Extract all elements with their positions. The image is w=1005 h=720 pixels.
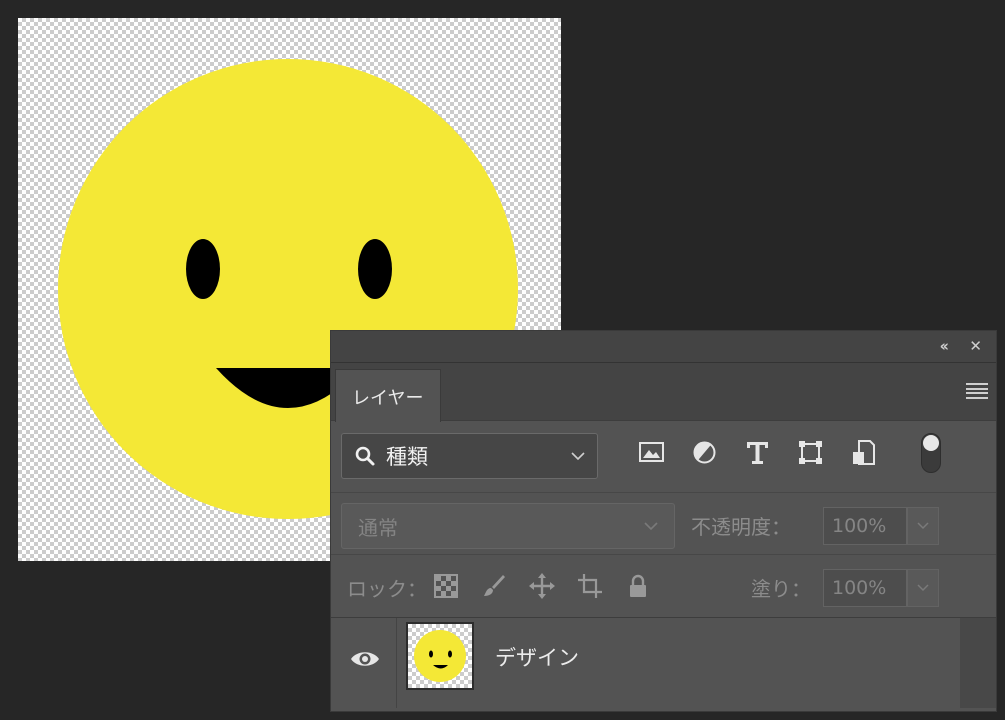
lock-transparent-pixels-icon[interactable]	[433, 573, 459, 599]
lock-row: ロック： 塗り： 100%	[331, 555, 996, 618]
tab-layers[interactable]: レイヤー	[335, 369, 441, 422]
lock-icon-group	[433, 573, 651, 599]
chevron-down-icon	[571, 452, 585, 461]
lock-position-icon[interactable]	[529, 573, 555, 599]
image-filter-icon[interactable]	[638, 439, 665, 466]
filter-kind-label: 種類	[386, 445, 428, 469]
search-icon	[355, 446, 375, 466]
opacity-label: 不透明度：	[691, 515, 791, 539]
adjustment-filter-icon[interactable]	[691, 439, 718, 466]
lock-image-pixels-icon[interactable]	[481, 573, 507, 599]
shape-filter-icon[interactable]	[797, 439, 824, 466]
smart-object-filter-icon[interactable]	[850, 439, 877, 466]
lock-all-icon[interactable]	[625, 573, 651, 599]
panel-tab-row: レイヤー	[331, 363, 996, 422]
chevron-down-icon	[917, 584, 929, 592]
fill-label: 塗り：	[751, 577, 811, 601]
hamburger-menu-icon[interactable]	[966, 383, 988, 399]
blend-mode-value: 通常	[358, 515, 398, 540]
lock-label: ロック：	[347, 577, 427, 601]
fill-input[interactable]: 100%	[823, 569, 907, 607]
layers-panel: ‹‹ ✕ レイヤー 種類 通常 不透明度： 100% ロック： 塗り： 100%…	[330, 330, 997, 712]
fill-value: 100%	[832, 577, 887, 599]
filter-toggle-knob	[923, 435, 939, 451]
collapse-panel-icon[interactable]: ‹‹	[940, 337, 950, 355]
tab-layers-label: レイヤー	[352, 388, 424, 409]
opacity-value: 100%	[832, 515, 887, 537]
blend-mode-dropdown[interactable]: 通常	[341, 503, 675, 549]
visibility-eye-icon[interactable]	[349, 648, 381, 670]
layer-row[interactable]: デザイン	[331, 618, 996, 708]
close-panel-icon[interactable]: ✕	[969, 337, 982, 355]
filter-toggle-switch[interactable]	[921, 433, 941, 473]
fill-dropdown-button[interactable]	[907, 569, 939, 607]
opacity-dropdown-button[interactable]	[907, 507, 939, 545]
right-eye	[358, 239, 392, 299]
opacity-input[interactable]: 100%	[823, 507, 907, 545]
type-filter-icon[interactable]	[744, 439, 771, 466]
filter-row: 種類	[331, 421, 996, 493]
layers-scrollbar[interactable]	[960, 618, 996, 708]
panel-title-bar[interactable]: ‹‹ ✕	[331, 331, 996, 363]
smiley-thumbnail-image	[414, 630, 466, 682]
lock-artboard-icon[interactable]	[577, 573, 603, 599]
layer-thumbnail[interactable]	[406, 622, 474, 690]
chevron-down-icon	[644, 522, 658, 531]
layer-divider	[396, 618, 397, 708]
chevron-down-icon	[917, 522, 929, 530]
filter-icon-group	[638, 439, 877, 466]
layer-name[interactable]: デザイン	[495, 642, 579, 672]
filter-kind-dropdown[interactable]: 種類	[341, 433, 598, 479]
left-eye	[186, 239, 220, 299]
blend-row: 通常 不透明度： 100%	[331, 493, 996, 555]
